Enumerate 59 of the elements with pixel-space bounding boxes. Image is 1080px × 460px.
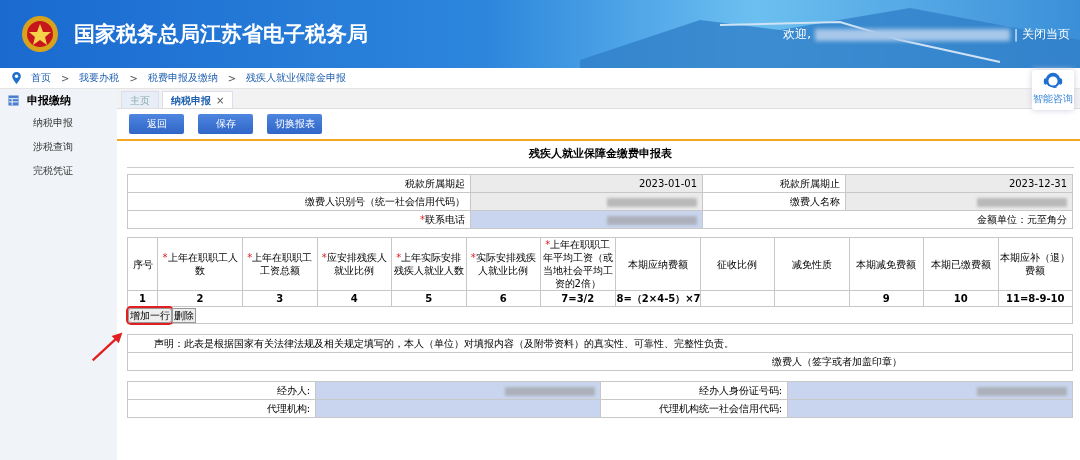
column-header: *上年在职职工人数 [157,237,243,291]
signature-label: 缴费人（签字或者加盖印章） [127,352,1073,371]
help-widget[interactable]: 智能咨询 [1032,70,1074,110]
column-header: *实际安排残疾人就业比例 [466,237,541,291]
field-label: 经办人: [127,381,316,400]
site-title: 国家税务总局江苏省电子税务局 [74,21,368,48]
emblem-logo-icon [20,14,60,54]
breadcrumb-link[interactable]: 残疾人就业保障金申报 [246,71,347,85]
field-label: 税款所属期止 [702,174,846,193]
field-label: 经办人身份证号码: [600,381,788,400]
value-field: 2023-12-31 [845,174,1073,193]
toolbar-button[interactable]: 切换报表 [267,114,322,134]
breadcrumb-separator: > [61,72,70,84]
column-header: 本期减免费额 [849,237,924,291]
row-action-button[interactable]: 删除 [172,308,196,323]
table-cell: 10 [923,290,998,307]
breadcrumb-link[interactable]: 我要办税 [79,71,120,85]
column-header: 本期已缴费额 [923,237,998,291]
location-pin-icon [12,72,21,84]
tab[interactable]: 纳税申报 × [162,91,234,108]
column-header: *上年实际安排残疾人就业人数 [391,237,466,291]
table-cell: 6 [466,290,541,307]
column-header: *上年在职职工工资总额 [242,237,317,291]
sidebar-item[interactable]: 完税凭证 [0,160,117,184]
sidebar-item[interactable]: 纳税申报 [0,112,117,136]
breadcrumb-separator: > [227,72,237,84]
column-header: 本期应纳费额 [615,237,700,291]
separator-text: | [1013,27,1018,42]
column-header: 序号 [127,237,158,291]
table-cell: 3 [242,290,317,307]
column-header: *应安排残疾人就业比例 [317,237,392,291]
column-header: 减免性质 [774,237,849,291]
column-header: 征收比例 [700,237,775,291]
value-field: 2023-01-01 [470,174,703,193]
table-cell: 7=3/2 [540,290,615,307]
sidebar-item[interactable]: 涉税查询 [0,136,117,160]
welcome-text: 欢迎, [783,26,811,43]
breadcrumb-separator: > [129,72,138,84]
sidebar-group-title: 申报缴纳 [27,93,71,108]
declaration-text: 声明：此表是根据国家有关法律法规及相关规定填写的，本人（单位）对填报内容（及附带资料）的真实性、可靠性、完整性负责。 [127,334,1073,353]
toolbar-button[interactable]: 返回 [129,114,184,134]
table-cell: 4 [317,290,392,307]
table-cell: 9 [849,290,924,307]
column-header: 本期应补（退）费额 [998,237,1073,291]
value-field[interactable] [315,381,601,400]
value-field[interactable] [787,381,1073,400]
field-label: 税款所属期起 [127,174,471,193]
toolbar-button[interactable]: 保存 [198,114,253,134]
table-cell: 5 [391,290,466,307]
row-action-button[interactable]: 增加一行 [128,308,172,323]
breadcrumb-link[interactable]: 税费申报及缴纳 [147,71,218,85]
column-header: *上年在职职工年平均工资（或当地社会平均工资的2倍） [540,237,615,291]
close-page-link[interactable]: 关闭当页 [1022,26,1070,43]
table-icon [8,95,19,106]
table-cell: 11=8-9-10 [998,290,1073,307]
table-cell: 8=（2×4-5）×7 [615,290,700,307]
close-icon[interactable]: × [216,95,225,106]
breadcrumb-link[interactable]: 首页 [31,71,51,85]
form-title: 残疾人就业保障金缴费申报表 [127,141,1074,168]
